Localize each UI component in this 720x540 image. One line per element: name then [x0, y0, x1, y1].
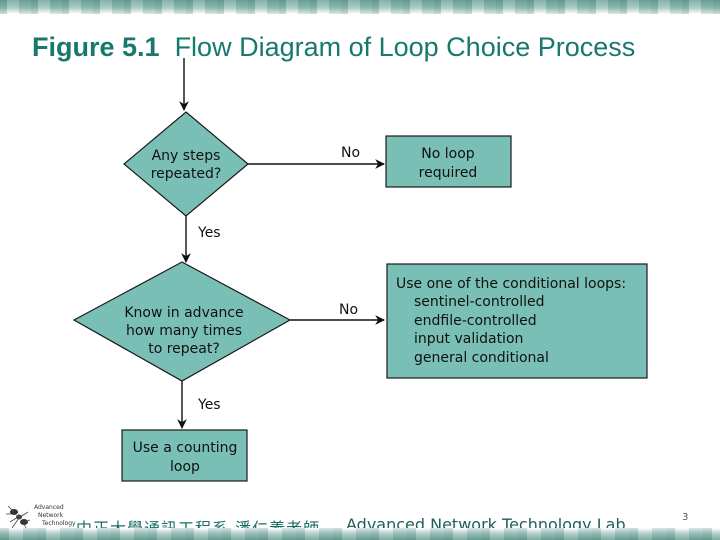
- edge-label-yes-1: Yes: [197, 225, 221, 241]
- conditional-item-sentinel: sentinel-controlled: [414, 294, 545, 310]
- page-number: 3: [682, 512, 689, 523]
- lab-logo: Advanced Network Technology: [4, 502, 76, 530]
- edge-label-no-2: No: [339, 302, 358, 318]
- decision1-line-2: repeated?: [151, 166, 222, 182]
- decision2-line-1: Know in advance: [124, 305, 243, 321]
- edge-label-yes-2: Yes: [197, 397, 221, 413]
- decision-know-in-advance: [72, 261, 292, 382]
- no-loop-line-1: No loop: [421, 146, 475, 162]
- counting-line-2: loop: [170, 459, 200, 475]
- edge-label-no-1: No: [341, 145, 360, 161]
- flow-diagram: No Yes No Yes Any steps repeated? No loo…: [72, 58, 648, 482]
- logo-line-3: Technology: [42, 520, 76, 527]
- logo-line-1: Advanced: [34, 504, 64, 511]
- ant-logo-icon: [6, 505, 31, 529]
- counting-line-1: Use a counting: [133, 440, 238, 456]
- logo-line-2: Network: [38, 512, 64, 519]
- conditional-item-general: general conditional: [414, 350, 549, 366]
- conditional-item-endfile: endfile-controlled: [414, 313, 537, 329]
- decision2-line-3: to repeat?: [148, 341, 220, 357]
- bottom-decorative-banner: [0, 528, 720, 540]
- no-loop-line-2: required: [419, 165, 478, 181]
- decision1-line-1: Any steps: [152, 148, 221, 164]
- conditional-item-input-validation: input validation: [414, 331, 523, 347]
- conditional-heading: Use one of the conditional loops:: [396, 276, 626, 292]
- decision-any-steps-repeated: [123, 111, 249, 217]
- decision2-line-2: how many times: [126, 323, 242, 339]
